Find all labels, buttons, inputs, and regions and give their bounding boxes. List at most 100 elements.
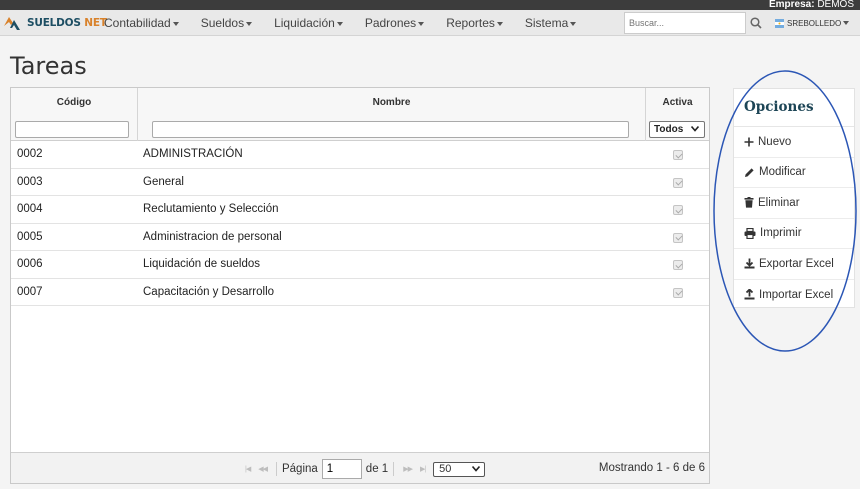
menu-label: Liquidación — [274, 16, 335, 30]
caret-down-icon — [418, 21, 425, 26]
last-page-icon[interactable]: ▶| — [420, 465, 426, 473]
brand-prefix: SUELDOS — [27, 17, 81, 29]
menu-label: Sistema — [524, 16, 569, 30]
caret-down-icon — [570, 21, 577, 26]
column-name[interactable]: Nombre — [138, 88, 646, 141]
column-active-label: Activa — [662, 97, 693, 108]
cell-name: Liquidación de sueldos — [143, 258, 261, 270]
page-size-value: 50 — [439, 462, 452, 475]
delete-label: Eliminar — [758, 196, 800, 209]
page-total: de 1 — [365, 463, 389, 475]
menu-reportes[interactable]: Reportes — [435, 10, 514, 36]
caret-down-icon — [336, 21, 343, 26]
search-button[interactable] — [746, 13, 766, 33]
table-row[interactable]: 0007 Capacitación y Desarrollo — [11, 279, 709, 306]
upload-icon — [744, 289, 755, 300]
cell-name: Administracion de personal — [143, 230, 282, 243]
page-title: Tareas — [10, 52, 87, 80]
import-excel-button[interactable]: Importar Excel — [734, 280, 854, 311]
navbar: SUELDOS NET Contabilidad Sueldos Liquida… — [0, 10, 860, 36]
name-filter-input[interactable] — [152, 121, 629, 138]
menu-label: Contabilidad — [104, 16, 171, 30]
edit-button[interactable]: Modificar — [734, 158, 854, 188]
company-label: Empresa: — [768, 0, 815, 10]
active-filter-value: Todos — [654, 124, 684, 135]
plus-icon — [744, 137, 754, 147]
active-checkbox — [673, 205, 683, 215]
caret-down-icon — [172, 21, 179, 26]
pager-separator — [275, 462, 277, 476]
new-label: Nuevo — [758, 135, 792, 148]
table-row[interactable]: 0003 General — [11, 169, 709, 196]
print-button[interactable]: Imprimir — [734, 219, 854, 249]
edit-label: Modificar — [759, 166, 806, 179]
first-page-icon[interactable]: |◀ — [245, 465, 251, 473]
column-code[interactable]: Código — [11, 88, 138, 141]
cell-code: 0007 — [17, 285, 43, 298]
code-filter-input[interactable] — [15, 121, 129, 138]
grid-pager: |◀ ◀◀ Página de 1 ▶▶ ▶| 50 Mostrando 1 -… — [11, 452, 709, 483]
menu-padrones[interactable]: Padrones — [354, 10, 435, 36]
menu-sistema[interactable]: Sistema — [514, 10, 587, 36]
menu-label: Sueldos — [200, 16, 245, 30]
main-menu: Contabilidad Sueldos Liquidación Padrone… — [93, 10, 587, 36]
brand[interactable]: SUELDOS NET — [3, 12, 107, 34]
table-row[interactable]: 0006 Liquidación de sueldos — [11, 251, 709, 279]
cell-name: Reclutamiento y Selección — [143, 203, 279, 215]
delete-button[interactable]: Eliminar — [734, 188, 854, 219]
caret-down-icon — [246, 21, 253, 26]
cell-code: 0003 — [17, 175, 43, 188]
trash-icon — [744, 197, 754, 208]
menu-label: Padrones — [364, 16, 417, 30]
page-size-select[interactable]: 50 — [433, 461, 486, 477]
new-button[interactable]: Nuevo — [734, 127, 854, 158]
active-checkbox — [673, 260, 683, 270]
next-page-icon[interactable]: ▶▶ — [403, 465, 413, 473]
search-icon — [750, 17, 762, 29]
cell-code: 0004 — [17, 203, 43, 215]
table-row[interactable]: 0002 ADMINISTRACIÓN — [11, 141, 709, 169]
menu-contabilidad[interactable]: Contabilidad — [93, 10, 190, 36]
table-row[interactable]: 0005 Administracion de personal — [11, 224, 709, 251]
previous-page-icon[interactable]: ◀◀ — [258, 465, 268, 473]
download-icon — [744, 258, 755, 269]
user-menu[interactable]: SREBOLLEDO — [775, 10, 850, 36]
chevron-down-icon — [472, 465, 481, 472]
print-label: Imprimir — [760, 227, 802, 240]
page-number-input[interactable] — [321, 459, 362, 479]
record-count: Mostrando 1 - 6 de 6 — [598, 462, 705, 474]
column-active[interactable]: Activa Todos — [646, 88, 709, 141]
cell-name: ADMINISTRACIÓN — [143, 148, 243, 160]
search-input[interactable] — [624, 12, 746, 34]
export-excel-label: Exportar Excel — [759, 257, 834, 270]
caret-down-icon — [496, 21, 503, 26]
active-checkbox — [673, 287, 683, 298]
active-checkbox — [673, 232, 683, 243]
cell-code: 0002 — [17, 148, 43, 160]
table-row[interactable]: 0004 Reclutamiento y Selección — [11, 196, 709, 224]
cell-name: Capacitación y Desarrollo — [143, 285, 275, 298]
company-name: DEMOS — [817, 0, 854, 10]
export-excel-button[interactable]: Exportar Excel — [734, 249, 854, 280]
pager-separator — [393, 462, 395, 476]
grid-header: Código Nombre Activa Todos — [11, 88, 709, 141]
active-checkbox — [673, 150, 683, 160]
column-code-label: Código — [56, 97, 92, 108]
pager-controls: |◀ ◀◀ Página de 1 ▶▶ ▶| 50 — [241, 459, 486, 479]
cell-code: 0005 — [17, 230, 43, 243]
import-excel-label: Importar Excel — [759, 288, 834, 301]
chevron-down-icon — [691, 126, 699, 132]
user-name: SREBOLLEDO — [787, 18, 842, 28]
caret-down-icon — [843, 21, 850, 25]
active-filter-select[interactable]: Todos — [649, 121, 705, 138]
tasks-grid: Código Nombre Activa Todos 0002 ADMINIST… — [10, 87, 710, 484]
menu-liquidacion[interactable]: Liquidación — [263, 10, 354, 36]
print-icon — [744, 227, 756, 239]
active-checkbox — [673, 177, 683, 188]
menu-sueldos[interactable]: Sueldos — [190, 10, 263, 36]
options-title: Opciones — [734, 89, 854, 127]
page-label: Página — [281, 463, 318, 475]
options-panel: Opciones Nuevo Modificar Eliminar Imprim… — [733, 88, 855, 308]
menu-label: Reportes — [446, 16, 495, 30]
column-name-label: Nombre — [372, 97, 411, 108]
